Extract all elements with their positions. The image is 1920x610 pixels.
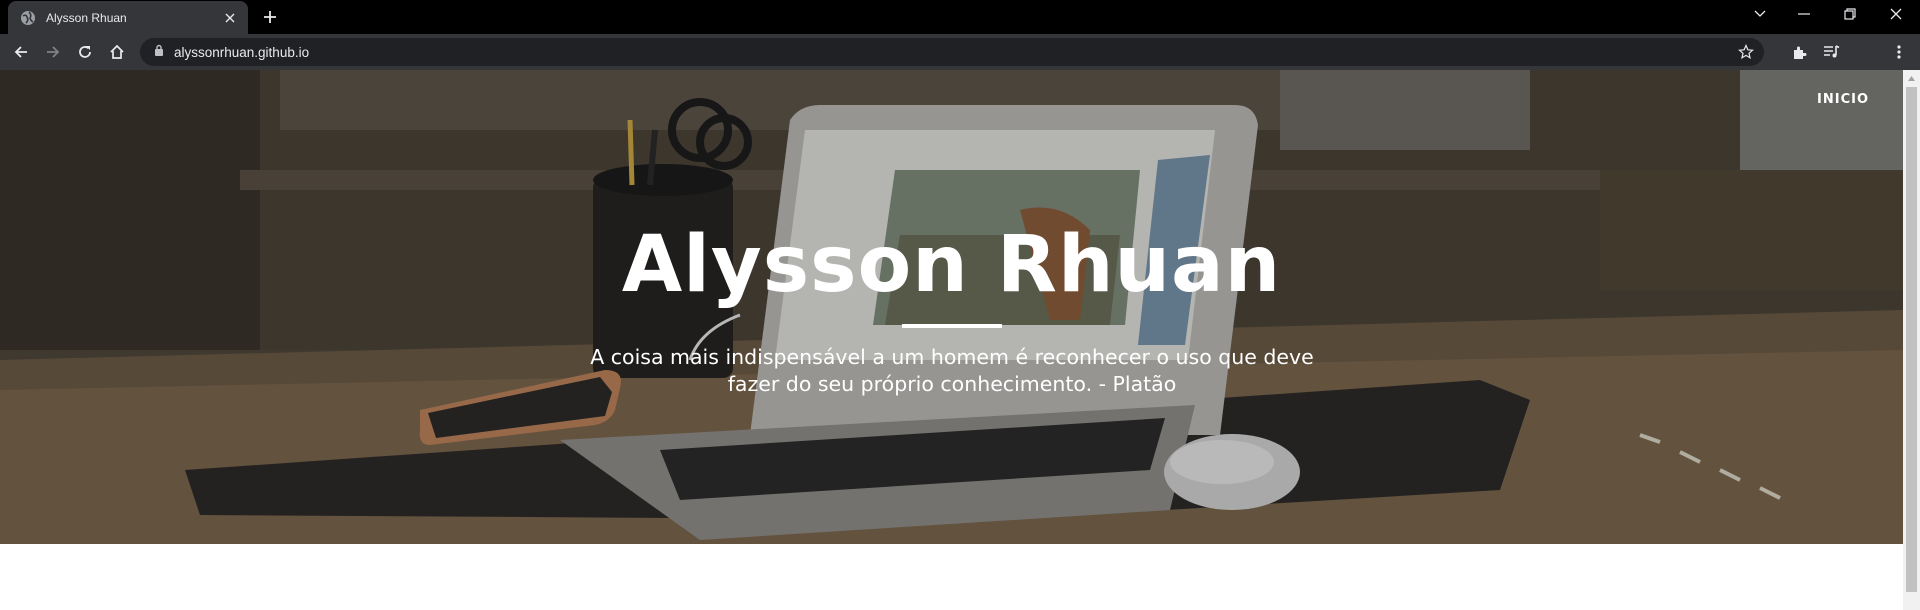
url-text: alyssonrhuan.github.io — [174, 44, 310, 60]
media-controls-icon[interactable] — [1818, 38, 1846, 66]
home-button[interactable] — [103, 38, 131, 66]
new-tab-button[interactable] — [258, 5, 282, 29]
page-scrollbar[interactable] — [1903, 70, 1920, 610]
address-bar[interactable]: alyssonrhuan.github.io — [140, 38, 1764, 66]
restore-button[interactable] — [1828, 0, 1872, 28]
scroll-thumb[interactable] — [1906, 87, 1917, 592]
bookmark-star-icon[interactable] — [1736, 42, 1756, 62]
hero-section: INICIO Alysson Rhuan A coisa mais indisp… — [0, 70, 1903, 544]
forward-button[interactable] — [39, 38, 67, 66]
page-viewport: INICIO Alysson Rhuan A coisa mais indisp… — [0, 70, 1903, 610]
reload-button[interactable] — [71, 38, 99, 66]
tab-strip: Alysson Rhuan — [0, 0, 1920, 34]
title-divider — [902, 324, 1002, 328]
browser-toolbar: alyssonrhuan.github.io — [0, 34, 1920, 96]
hero-quote: A coisa mais indispensável a um homem é … — [590, 345, 1314, 396]
lock-icon[interactable] — [154, 43, 164, 61]
close-window-button[interactable] — [1874, 0, 1918, 28]
browser-tab[interactable]: Alysson Rhuan — [8, 1, 248, 34]
scroll-up-arrow-icon[interactable] — [1903, 70, 1920, 87]
close-tab-icon[interactable] — [220, 8, 240, 28]
back-button[interactable] — [7, 38, 35, 66]
tab-title: Alysson Rhuan — [46, 10, 127, 25]
tab-search-icon[interactable] — [1738, 0, 1782, 28]
menu-icon[interactable] — [1885, 38, 1913, 66]
globe-icon — [20, 10, 36, 26]
nav-inicio-link[interactable]: INICIO — [1817, 92, 1869, 107]
minimize-button[interactable] — [1782, 0, 1826, 28]
extensions-icon[interactable] — [1786, 38, 1814, 66]
hero-title: Alysson Rhuan — [621, 220, 1282, 310]
